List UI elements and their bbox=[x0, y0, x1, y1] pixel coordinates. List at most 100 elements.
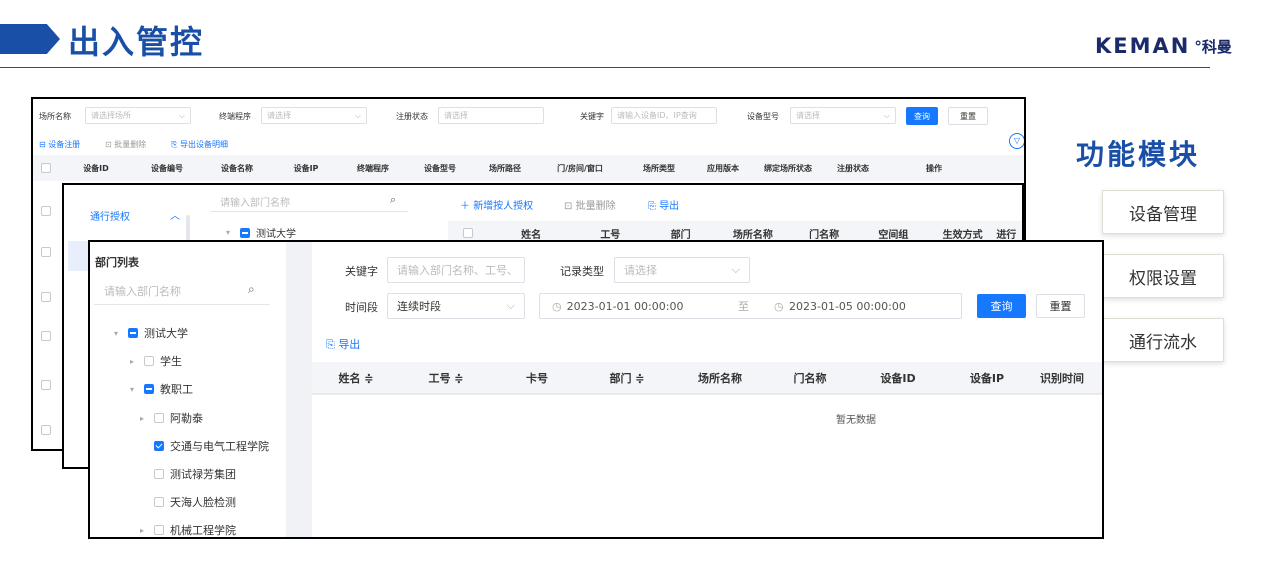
row-checkbox[interactable] bbox=[41, 325, 51, 344]
row-checkbox[interactable] bbox=[41, 419, 51, 438]
tree-checkbox[interactable] bbox=[144, 356, 154, 366]
tree-checkbox[interactable] bbox=[154, 441, 164, 451]
menu-pass-auth[interactable]: 通行授权 bbox=[90, 208, 130, 223]
col-app-version: 应用版本 bbox=[707, 163, 739, 173]
search-icon[interactable]: ⌕ bbox=[390, 193, 396, 207]
chevron-down-icon: ⌵ bbox=[883, 110, 890, 120]
record-table-header: 姓名 ≑ 工号 ≑ 卡号 部门 ≑ 场所名称 门名称 设备ID 设备IP 识别时… bbox=[312, 362, 1102, 394]
tree-label: 学生 bbox=[160, 355, 182, 368]
caret-right-icon[interactable]: ▸ bbox=[140, 414, 148, 423]
keyword-input[interactable]: 请输入部门名称、工号、 bbox=[387, 257, 525, 283]
col-site-path: 场所路径 bbox=[489, 163, 521, 173]
filter-icon[interactable]: ▽ bbox=[1009, 133, 1024, 149]
dept-tree-item[interactable]: ▾ 教职工 bbox=[130, 381, 193, 397]
col-site-type: 场所类型 bbox=[643, 163, 675, 173]
tree-label: 阿勒泰 bbox=[170, 412, 203, 425]
col-terminal: 终端程序 bbox=[357, 163, 389, 173]
caret-down-icon[interactable]: ▾ bbox=[130, 385, 138, 394]
record-type-label: 记录类型 bbox=[560, 265, 604, 278]
period-select[interactable]: 连续时段 ⌵ bbox=[387, 293, 525, 319]
dept-tree-item[interactable]: 天海人脸检测 bbox=[140, 494, 236, 510]
col-effect-mode: 生效方式 bbox=[942, 229, 983, 241]
col-progress: 进行 bbox=[996, 229, 1017, 241]
module-permission-settings[interactable]: 权限设置 bbox=[1102, 254, 1224, 298]
reset-button[interactable]: 重置 bbox=[948, 107, 988, 125]
record-export-link[interactable]: ⎘ 导出 bbox=[326, 336, 360, 352]
dept-tree-item[interactable]: 交通与电气工程学院 bbox=[140, 438, 269, 454]
dept-list-title: 部门列表 bbox=[95, 256, 139, 269]
auth-export-link[interactable]: ⎘ 导出 bbox=[648, 197, 679, 212]
module-device-management[interactable]: 设备管理 bbox=[1102, 190, 1224, 234]
record-reset-button[interactable]: 重置 bbox=[1036, 294, 1085, 318]
date-range-picker[interactable]: ◷ 2023-01-01 00:00:00 至 ◷ 2023-01-05 00:00… bbox=[539, 293, 962, 319]
col-dept[interactable]: 部门 ≑ bbox=[582, 370, 672, 386]
col-model: 设备型号 bbox=[424, 163, 456, 173]
logo-mark: KEMAN bbox=[1095, 34, 1191, 58]
col-device-ip: 设备IP bbox=[293, 163, 319, 173]
module-pass-records[interactable]: 通行流水 bbox=[1102, 318, 1224, 362]
plus-icon: ＋ bbox=[460, 201, 470, 212]
register-device-link[interactable]: ⊟ 设备注册 bbox=[39, 139, 80, 150]
tree-label: 机械工程学院 bbox=[170, 524, 236, 537]
batch-delete-link[interactable]: ⊡ 批量删除 bbox=[105, 139, 146, 150]
keyword-label: 关键字 bbox=[345, 265, 378, 278]
dept-tree-item[interactable]: ▸ 阿勒泰 bbox=[140, 410, 203, 426]
keyword-input[interactable]: 请输入设备ID、IP查询 bbox=[611, 107, 717, 124]
model-label: 设备型号 bbox=[747, 112, 779, 121]
tree-checkbox[interactable] bbox=[240, 227, 250, 238]
chevron-up-icon[interactable]: ︿ bbox=[170, 207, 180, 222]
model-select[interactable]: 请选择 ⌵ bbox=[790, 107, 896, 124]
search-icon[interactable]: ⌕ bbox=[248, 282, 255, 297]
col-device-ip: 设备IP bbox=[969, 371, 1005, 385]
dept-search-input[interactable]: 请输入部门名称 bbox=[104, 283, 181, 299]
auth-tree-root[interactable]: ▾ 测试大学 bbox=[226, 225, 296, 240]
dept-search-input[interactable]: 请输入部门名称 bbox=[220, 194, 290, 209]
logo-cn: °科曼 bbox=[1194, 37, 1232, 56]
caret-right-icon[interactable]: ▸ bbox=[140, 526, 148, 535]
col-job-no[interactable]: 工号 ≑ bbox=[400, 370, 492, 386]
terminal-label: 终端程序 bbox=[219, 112, 251, 121]
pass-records-panel: 部门列表 请输入部门名称 ⌕ ▾ 测试大学 ▸ 学生 ▾ 教职工 ▸ 阿勒泰交通与电气工程学院… bbox=[88, 240, 1104, 539]
tree-checkbox[interactable] bbox=[128, 328, 138, 338]
reg-label: 注册状态 bbox=[396, 112, 428, 121]
row-checkbox[interactable] bbox=[41, 200, 51, 219]
tree-checkbox[interactable] bbox=[154, 469, 164, 479]
dept-tree-item[interactable]: ▸ 学生 bbox=[130, 353, 182, 369]
col-site-name: 场所名称 bbox=[732, 229, 773, 241]
tree-checkbox[interactable] bbox=[154, 497, 164, 507]
col-dept: 部门 bbox=[670, 229, 691, 241]
add-person-auth-link[interactable]: ＋ 新增按人授权 bbox=[460, 197, 533, 212]
auth-select-all[interactable] bbox=[448, 227, 488, 239]
caret-down-icon[interactable]: ▾ bbox=[114, 329, 122, 338]
tree-checkbox[interactable] bbox=[154, 413, 164, 423]
dept-tree-item[interactable]: 测试禄芳集团 bbox=[140, 466, 236, 482]
row-checkbox[interactable] bbox=[41, 374, 51, 393]
caret-right-icon[interactable]: ▸ bbox=[130, 357, 138, 366]
clock-icon: ◷ bbox=[774, 299, 784, 313]
dept-tree-item[interactable]: ▸ 机械工程学院 bbox=[140, 522, 236, 537]
page-title: 出入管控 bbox=[68, 23, 205, 61]
chevron-down-icon: ⌵ bbox=[354, 110, 361, 120]
dept-tree-item[interactable]: ▾ 测试大学 bbox=[114, 325, 188, 341]
trash-icon: ⊡ bbox=[564, 201, 573, 212]
chevron-down-icon: ⌵ bbox=[178, 110, 185, 120]
reg-select[interactable]: 请选择 bbox=[438, 107, 544, 124]
col-name[interactable]: 姓名 ≑ bbox=[312, 370, 400, 386]
record-query-button[interactable]: 查询 bbox=[977, 294, 1026, 318]
chevron-down-icon: ⌵ bbox=[731, 263, 740, 276]
select-all-checkbox[interactable] bbox=[33, 163, 59, 173]
row-checkbox[interactable] bbox=[41, 286, 51, 305]
terminal-select[interactable]: 请选择 ⌵ bbox=[261, 107, 367, 124]
search-underline bbox=[94, 304, 270, 305]
col-site-name: 场所名称 bbox=[698, 371, 742, 385]
query-button[interactable]: 查询 bbox=[906, 107, 938, 125]
tree-checkbox[interactable] bbox=[144, 384, 154, 394]
header-arrow-icon bbox=[0, 24, 60, 54]
site-select[interactable]: 请选择场所 ⌵ bbox=[85, 107, 191, 124]
row-checkbox[interactable] bbox=[41, 241, 51, 260]
auth-batch-delete-link[interactable]: ⊡ 批量删除 bbox=[564, 197, 616, 212]
tree-checkbox[interactable] bbox=[154, 525, 164, 535]
export-device-link[interactable]: ⎘ 导出设备明细 bbox=[171, 139, 228, 150]
empty-state-text: 暂无数据 bbox=[836, 415, 876, 426]
record-type-select[interactable]: 请选择 ⌵ bbox=[614, 257, 750, 283]
